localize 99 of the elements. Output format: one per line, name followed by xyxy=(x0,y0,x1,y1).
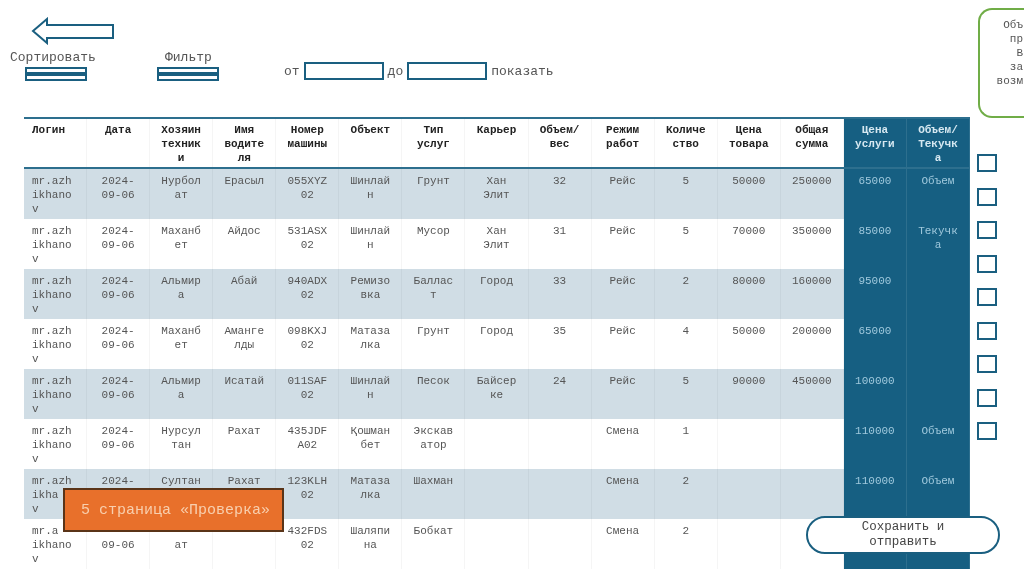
table-cell: Объем xyxy=(906,469,970,519)
table-cell: 5 xyxy=(654,369,718,419)
to-field[interactable] xyxy=(407,62,488,80)
table-cell: Ремизо вка xyxy=(339,269,403,319)
checkbox[interactable] xyxy=(977,221,997,239)
table-cell: 2 xyxy=(654,469,718,519)
checkbox[interactable] xyxy=(977,355,997,373)
table-cell: Матаза лка xyxy=(339,469,403,519)
table-cell: mr.azh ikhano v xyxy=(24,169,88,219)
column-header: Объект xyxy=(339,119,403,167)
table-cell: 110000 xyxy=(843,469,907,519)
save-button[interactable]: Сохранить и отправить xyxy=(806,516,1000,554)
column-header: Количе ство xyxy=(654,119,718,167)
note-text: пр xyxy=(1009,32,1023,46)
table-cell: 100000 xyxy=(843,369,907,419)
table-cell: Альмир а xyxy=(150,269,214,319)
column-header: Общая сумма xyxy=(780,119,844,167)
filter-icon[interactable] xyxy=(157,67,219,81)
table-cell: Объем xyxy=(906,419,970,469)
to-label: до xyxy=(387,63,404,79)
table-cell: Баллас т xyxy=(402,269,466,319)
sort-label[interactable]: Сортировать xyxy=(10,50,116,65)
checkbox[interactable] xyxy=(977,187,997,206)
table-cell: 250000 xyxy=(780,169,844,219)
column-header: Тип услуг xyxy=(402,119,466,167)
table-cell: 110000 xyxy=(843,419,907,469)
table-cell: 33 xyxy=(528,269,592,319)
checkbox[interactable] xyxy=(977,288,997,306)
table-cell: 160000 xyxy=(780,269,844,319)
table-cell: Город xyxy=(465,269,529,319)
table-cell: Рейс xyxy=(591,169,655,219)
table-cell: Рейс xyxy=(591,269,655,319)
sort-icon[interactable] xyxy=(25,67,87,81)
table-cell: 65000 xyxy=(843,319,907,369)
table-cell: Шинлай н xyxy=(339,169,403,219)
table-cell: Объем xyxy=(906,169,970,219)
note-text: Объ xyxy=(1003,18,1023,32)
table-cell: Смена xyxy=(591,519,655,569)
note-text: возм xyxy=(996,74,1023,88)
table-cell: 24 xyxy=(528,369,592,419)
checkbox[interactable] xyxy=(977,388,997,407)
table-cell: Исатай xyxy=(213,369,277,419)
table-cell: Бобкат xyxy=(402,519,466,569)
column-header: Цена товара xyxy=(717,119,781,167)
back-arrow-icon[interactable] xyxy=(31,17,116,45)
table-cell: 450000 xyxy=(780,369,844,419)
table-cell: 5 xyxy=(654,169,718,219)
checkbox[interactable] xyxy=(977,422,997,440)
table-cell: mr.azh ikhano v xyxy=(24,269,88,319)
table-cell: Смена xyxy=(591,469,655,519)
table-cell: 65000 xyxy=(843,169,907,219)
table-cell: 90000 xyxy=(717,369,781,419)
column-header: Объем/ Текучк а xyxy=(906,119,970,167)
table-cell: 940ADX 02 xyxy=(276,269,340,319)
checkbox[interactable] xyxy=(977,321,997,340)
table-cell: 50000 xyxy=(717,169,781,219)
table-cell: Песок xyxy=(402,369,466,419)
from-label: от xyxy=(284,63,300,79)
column-header: Режим работ xyxy=(591,119,655,167)
column-header: Дата xyxy=(87,119,151,167)
column-header: Логин xyxy=(24,119,88,167)
table-cell: 2024- 09-06 xyxy=(87,169,151,219)
table-cell: Нурбол ат xyxy=(150,169,214,219)
table-cell: 95000 xyxy=(843,269,907,319)
table-cell: 2 xyxy=(654,269,718,319)
table-cell: Шинлай н xyxy=(339,369,403,419)
table-cell: 055XYZ 02 xyxy=(276,169,340,219)
table-cell: Хан Элит xyxy=(465,169,529,219)
table-cell: Абай xyxy=(213,269,277,319)
table-cell: mr.azh ikhano v xyxy=(24,369,88,419)
filter-label[interactable]: Фильтр xyxy=(165,50,219,65)
column-header: Номер машины xyxy=(276,119,340,167)
table-cell: Альмир а xyxy=(150,369,214,419)
table-cell: 2024- 09-06 xyxy=(87,369,151,419)
table-cell: Текучк а xyxy=(906,219,970,269)
table-cell: Шаляпи на xyxy=(339,519,403,569)
table-cell: Рейс xyxy=(591,369,655,419)
show-link[interactable]: показать xyxy=(491,63,554,79)
from-field[interactable] xyxy=(303,62,384,80)
checkbox[interactable] xyxy=(977,254,997,273)
table-cell: 80000 xyxy=(717,269,781,319)
table-cell: 011SAF 02 xyxy=(276,369,340,419)
table-cell: 2024- 09-06 xyxy=(87,269,151,319)
column-header: Карьер xyxy=(465,119,529,167)
table-cell: Грунт xyxy=(402,169,466,219)
page-label: 5 страница «Проверка» xyxy=(63,488,284,532)
checkbox[interactable] xyxy=(977,154,997,172)
table-cell: 2 xyxy=(654,519,718,569)
column-header: Цена услуги xyxy=(843,119,907,167)
table-cell: Ерасыл xyxy=(213,169,277,219)
table-cell: 85000 xyxy=(843,219,907,269)
table-cell: Байсер ке xyxy=(465,369,529,419)
table-cell: Шахман xyxy=(402,469,466,519)
column-header: Имя водите ля xyxy=(213,119,277,167)
column-header: Хозяин техник и xyxy=(150,119,214,167)
column-header: Объем/ вес xyxy=(528,119,592,167)
note-text: В xyxy=(1016,46,1023,60)
note-text: за xyxy=(1009,60,1023,74)
table-cell: 32 xyxy=(528,169,592,219)
